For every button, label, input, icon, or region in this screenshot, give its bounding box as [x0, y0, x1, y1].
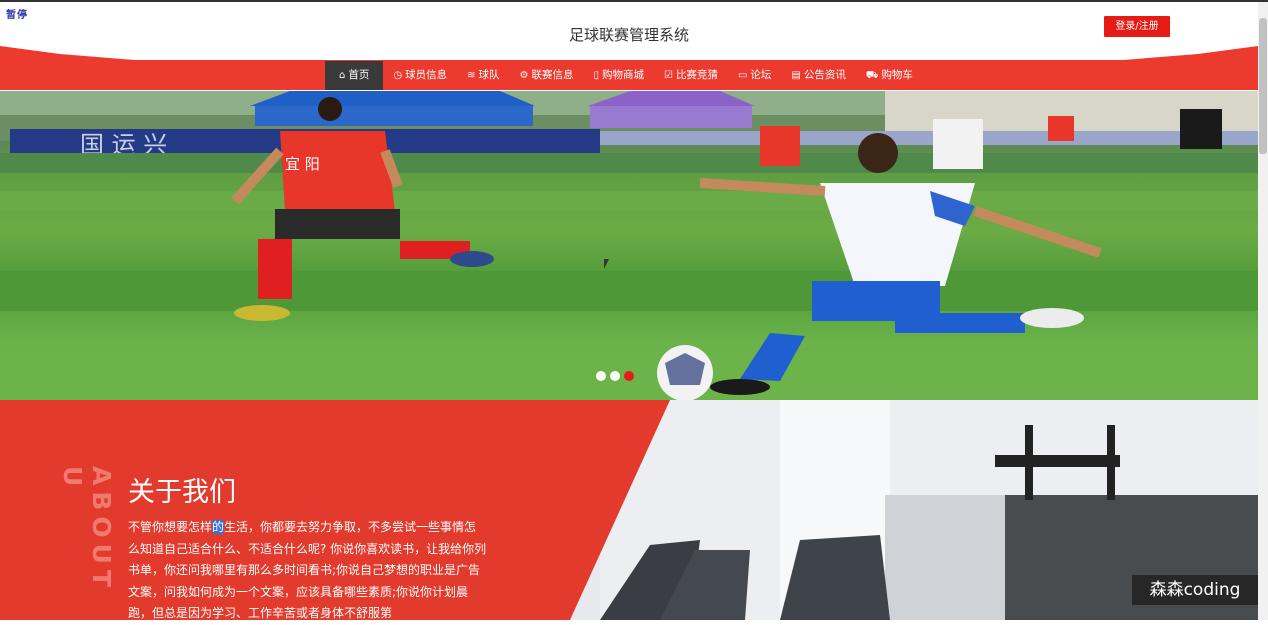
nav-item-label: 公告资讯	[803, 69, 846, 81]
nav-item-8[interactable]: ⛟ 购物车	[856, 61, 923, 90]
nav-item-label: 球队	[478, 69, 500, 81]
carousel-dot-1[interactable]	[596, 371, 606, 381]
nav-item-label: 购物商城	[601, 69, 644, 81]
nav-item-2[interactable]: ≋ 球队	[457, 61, 509, 90]
hero-carousel[interactable]: 国 运 兴 宜 阳	[0, 91, 1258, 400]
nav-item-label: 联赛信息	[531, 69, 574, 81]
carousel-dots	[596, 371, 634, 381]
site-header: 足球联赛管理系统 登录/注册	[0, 2, 1258, 60]
about-text-start: 不管你想要怎样	[128, 520, 213, 534]
nav-item-7[interactable]: ▤ 公告资讯	[781, 61, 855, 90]
clock-icon: ◷	[393, 70, 403, 81]
nav-item-1[interactable]: ◷ 球员信息	[383, 61, 457, 90]
book-icon: ▯	[593, 70, 599, 81]
login-register-button[interactable]: 登录/注册	[1104, 16, 1170, 37]
home-icon: ⌂	[339, 70, 346, 81]
scrollbar-thumb[interactable]	[1259, 18, 1267, 154]
nav-item-label: 球员信息	[405, 69, 448, 81]
check-icon: ☑	[663, 70, 673, 81]
nav-item-0[interactable]: ⌂ 首页	[325, 61, 384, 90]
carousel-dot-3[interactable]	[624, 371, 634, 381]
gear-icon: ⚙	[519, 70, 529, 81]
layers-icon: ≋	[467, 70, 476, 81]
nav-item-label: 比赛竞猜	[675, 69, 718, 81]
jersey-text: 宜 阳	[285, 155, 320, 173]
about-paragraph: 不管你想要怎样的生活，你都要去努力争取，不多尝试一些事情怎么知道自己适合什么、不…	[128, 517, 488, 625]
nav-item-6[interactable]: ▭ 论坛	[728, 61, 781, 90]
nav-item-4[interactable]: ▯ 购物商城	[583, 61, 654, 90]
nav-item-label: 论坛	[750, 69, 772, 81]
video-paused-label: 暂停	[6, 10, 28, 21]
selected-text: 的	[212, 520, 225, 534]
nav-item-5[interactable]: ☑ 比赛竞猜	[654, 61, 728, 90]
watermark: 森森coding	[1132, 575, 1258, 605]
about-text-rest: 生活，你都要去努力争取，不多尝试一些事情怎么知道自己适合什么、不适合什么呢? 你…	[128, 520, 487, 620]
nav-item-label: 首页	[348, 69, 370, 81]
mouse-cursor-icon	[604, 259, 609, 269]
carousel-dot-2[interactable]	[610, 371, 620, 381]
hero-soccer-photo: 国 运 兴 宜 阳	[0, 91, 1258, 400]
about-vertical-label: ABOUT U	[58, 466, 116, 594]
news-icon: ▤	[791, 70, 801, 81]
chat-icon: ▭	[737, 70, 748, 81]
nav-item-label: 购物车	[881, 69, 913, 81]
cart-icon: ⛟	[865, 70, 879, 81]
main-nav: ⌂ 首页 ◷ 球员信息 ≋ 球队 ⚙ 联赛信息 ▯ 购物商城 ☑ 比赛竞猜 ▭ 论坛 ▤ 公告资讯 ⛟ 购物车	[325, 61, 923, 90]
site-title: 足球联赛管理系统	[568, 26, 689, 44]
about-title: 关于我们	[128, 477, 236, 508]
nav-item-3[interactable]: ⚙ 联赛信息	[509, 61, 583, 90]
